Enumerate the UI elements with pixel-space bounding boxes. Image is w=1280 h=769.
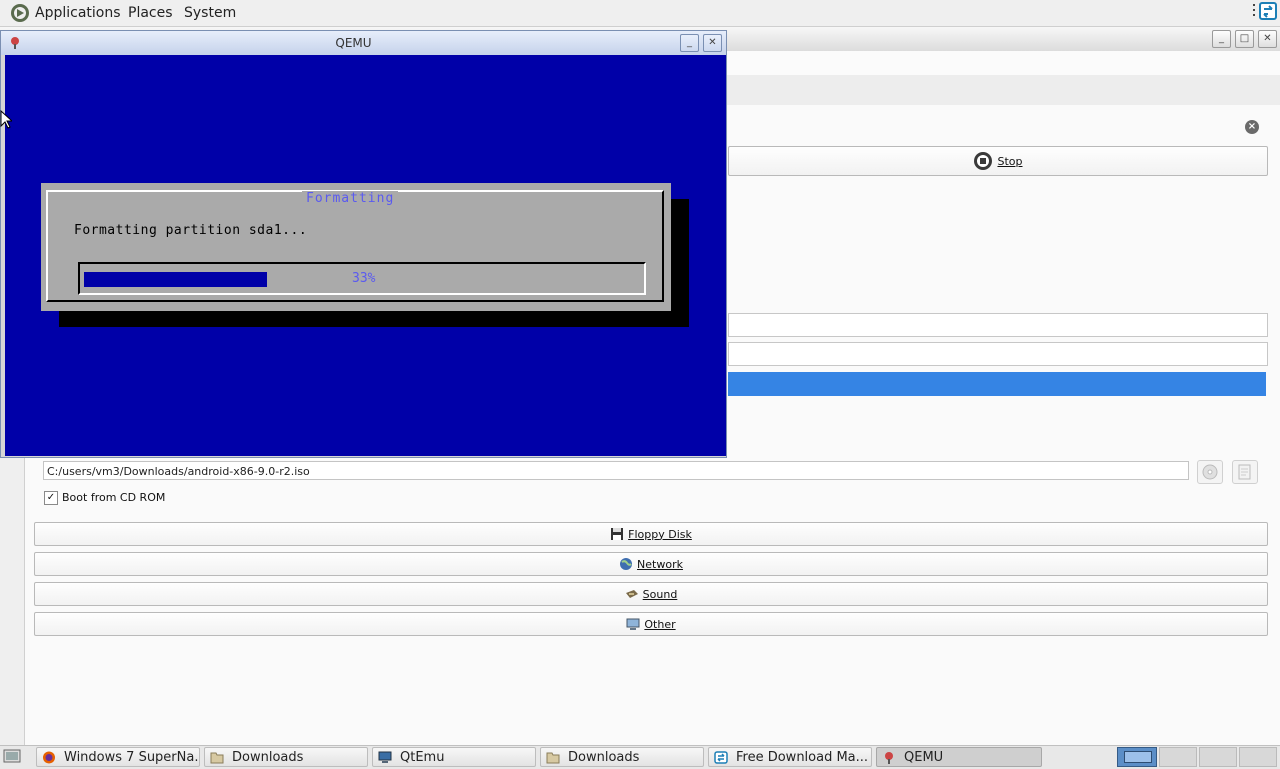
qemu-title: QEMU (335, 36, 372, 50)
workspace-4[interactable] (1239, 747, 1277, 767)
taskbar-item-downloads[interactable]: Downloads (204, 747, 368, 767)
qemu-titlebar[interactable]: QEMU _ ✕ (1, 31, 726, 55)
other-label: Other (644, 617, 676, 631)
minimize-icon[interactable]: _ (1212, 30, 1231, 48)
mouse-pointer-icon (0, 110, 12, 129)
boot-from-cd-label: Boot from CD ROM (62, 491, 166, 504)
workspace-2[interactable] (1159, 747, 1197, 767)
eject-cd-button[interactable] (1197, 460, 1223, 484)
taskbar-item-free-download-manager[interactable]: Free Download Ma... (708, 747, 872, 767)
taskbar-item-label: QEMU (904, 750, 944, 765)
stop-label: Stop (997, 154, 1023, 168)
maximize-icon[interactable]: □ (1235, 30, 1254, 48)
floppy-disk-button[interactable]: Floppy Disk (34, 522, 1268, 546)
stop-icon (974, 152, 993, 170)
sound-button[interactable]: Sound (34, 582, 1268, 606)
applications-logo-icon[interactable] (10, 3, 30, 23)
boot-from-cd-checkbox[interactable]: ✓ (44, 491, 58, 505)
stop-button[interactable]: Stop (728, 146, 1268, 176)
top-panel: Applications Places System (0, 0, 1280, 27)
taskbar-item-downloads-2[interactable]: Downloads (540, 747, 704, 767)
progress-percent: 33% (352, 271, 376, 286)
close-tab-icon[interactable]: × (1245, 120, 1259, 134)
workspace-1[interactable] (1117, 747, 1157, 767)
close-icon[interactable]: ✕ (703, 34, 722, 52)
workspace-3[interactable] (1199, 747, 1237, 767)
taskbar-item-qemu[interactable]: QEMU (876, 747, 1042, 767)
floppy-disk-icon (611, 528, 624, 540)
minimize-icon[interactable]: _ (680, 34, 699, 52)
dialog-message: Formatting partition sda1... (74, 223, 308, 238)
folder-icon (210, 752, 224, 764)
taskbar-item-label: Free Download Ma... (736, 750, 869, 765)
taskbar-item-label: Windows 7 SuperNa... (64, 750, 200, 765)
menu-system[interactable]: System (184, 5, 236, 21)
sound-card-icon (625, 590, 638, 598)
network-status-icon[interactable] (1250, 0, 1280, 26)
open-file-icon (1238, 464, 1251, 480)
network-button[interactable]: Network (34, 552, 1268, 576)
computer-icon (626, 618, 640, 630)
settings-row[interactable] (728, 313, 1268, 337)
formatting-dialog: Formatting Formatting partition sda1... … (41, 183, 671, 311)
taskbar-item-label: Downloads (232, 750, 304, 765)
progress-bar: 33% (78, 262, 646, 295)
network-label: Network (637, 557, 683, 571)
sound-label: Sound (642, 587, 678, 601)
qemu-window: QEMU _ ✕ Formatting Formatting partition… (0, 30, 727, 458)
close-icon[interactable]: ✕ (1258, 30, 1277, 48)
dialog-frame: Formatting Formatting partition sda1... … (46, 190, 664, 302)
iso-path-field[interactable]: C:/users/vm3/Downloads/android-x86-9.0-r… (43, 461, 1189, 480)
firefox-icon (43, 751, 55, 764)
menu-places[interactable]: Places (128, 5, 173, 21)
selected-row[interactable] (728, 372, 1266, 396)
browse-iso-button[interactable] (1232, 460, 1258, 484)
taskbar-item-label: Downloads (568, 750, 640, 765)
monitor-icon (378, 751, 392, 763)
folder-icon (546, 752, 560, 764)
qemu-icon (885, 752, 893, 764)
progress-fill (84, 272, 267, 287)
taskbar-item-qtemu[interactable]: QtEmu (372, 747, 536, 767)
cd-icon (1202, 464, 1218, 480)
taskbar-item-label: QtEmu (400, 750, 445, 765)
globe-icon (620, 558, 633, 570)
taskbar-item-firefox[interactable]: Windows 7 SuperNa... (36, 747, 200, 767)
dialog-title: Formatting (302, 191, 399, 206)
qemu-display[interactable]: Formatting Formatting partition sda1... … (5, 55, 726, 456)
show-desktop-icon[interactable] (3, 749, 21, 765)
settings-row[interactable] (728, 342, 1268, 366)
menu-applications[interactable]: Applications (35, 5, 121, 21)
other-button[interactable]: Other (34, 612, 1268, 636)
download-manager-icon (714, 751, 728, 764)
floppy-disk-label: Floppy Disk (628, 527, 692, 541)
taskbar: Windows 7 SuperNa... Downloads QtEmu Dow… (0, 745, 1280, 769)
